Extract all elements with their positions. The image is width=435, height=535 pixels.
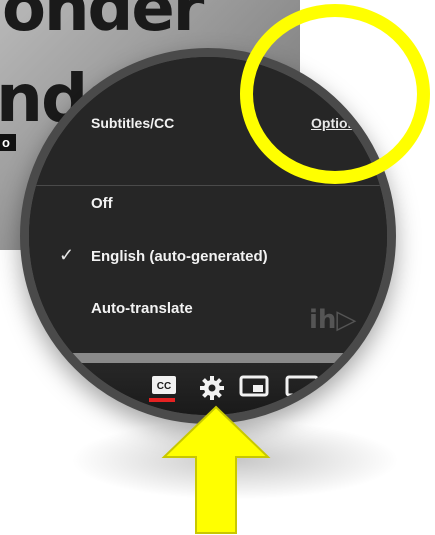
miniplayer-button[interactable] [239, 375, 269, 402]
chevron-left-icon[interactable]: ‹ [55, 117, 61, 138]
theater-icon [285, 375, 319, 397]
svg-text:CC: CC [157, 381, 171, 392]
miniplayer-icon [239, 375, 269, 397]
cc-active-indicator [149, 398, 175, 402]
channel-watermark-icon: ih▷ [309, 305, 357, 335]
settings-button[interactable] [199, 375, 225, 406]
thumbnail-headline-top: onder [2, 0, 204, 46]
checkmark-icon: ✓ [59, 245, 75, 265]
progress-bar[interactable] [29, 353, 387, 363]
highlight-circle [240, 4, 430, 184]
menu-item-label: English (auto-generated) [91, 248, 268, 265]
gear-icon [200, 376, 224, 400]
cc-icon: CC [152, 376, 176, 394]
menu-item-label: Off [91, 195, 113, 212]
pointer-arrow [161, 405, 271, 534]
menu-item-english-auto-generated[interactable]: ✓ English (auto-generated) [29, 235, 387, 279]
menu-item-label: Auto-translate [91, 300, 193, 317]
menu-item-off[interactable]: Off [29, 182, 387, 226]
cc-button[interactable]: CC [151, 375, 177, 400]
thumbnail-tag: o [0, 134, 16, 151]
theater-mode-button[interactable] [285, 375, 319, 402]
menu-title: Subtitles/CC [91, 115, 175, 131]
